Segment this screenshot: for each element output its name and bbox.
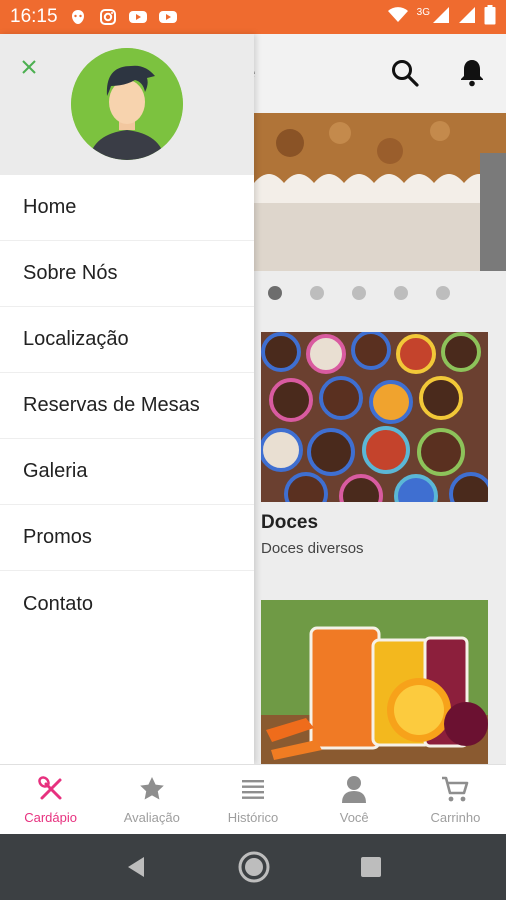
system-navigation-bar (0, 834, 506, 900)
nav-avaliacao[interactable]: Avaliação (101, 765, 202, 834)
youtube-icon (158, 7, 178, 27)
bottom-navigation: Cardápio Avaliação Histórico Você Carrin… (0, 764, 506, 834)
person-icon (342, 776, 367, 803)
instagram-icon (98, 7, 118, 27)
fork-knife-icon (37, 776, 62, 800)
category-image-doces[interactable] (261, 332, 488, 502)
status-time: 16:15 (10, 6, 58, 27)
close-icon[interactable] (18, 56, 40, 78)
menu-item-localizacao[interactable]: Localização (0, 307, 254, 373)
menu-item-promos[interactable]: Promos (0, 505, 254, 571)
nav-label: Histórico (227, 810, 279, 825)
nav-label: Avaliação (123, 810, 180, 825)
signal-icon (458, 6, 476, 29)
nav-historico[interactable]: Histórico (202, 765, 303, 834)
battery-icon (484, 4, 496, 30)
search-icon[interactable] (390, 58, 420, 88)
nav-label: Cardápio (24, 810, 77, 825)
drawer-header (0, 34, 254, 175)
wifi-icon (387, 6, 409, 29)
carousel-dot-active[interactable] (268, 286, 282, 300)
navigation-drawer: Home Sobre Nós Localização Reservas de M… (0, 34, 254, 764)
bug-icon (68, 7, 88, 27)
menu-item-galeria[interactable]: Galeria (0, 439, 254, 505)
status-bar: 16:15 3G (0, 0, 506, 34)
carousel-dot[interactable] (394, 286, 408, 300)
menu-item-home[interactable]: Home (0, 175, 254, 241)
drawer-menu: Home Sobre Nós Localização Reservas de M… (0, 175, 254, 637)
menu-item-contato[interactable]: Contato (0, 571, 254, 637)
cart-icon (442, 776, 469, 802)
carousel-dot[interactable] (310, 286, 324, 300)
youtube-icon (128, 7, 148, 27)
carousel-dot[interactable] (352, 286, 366, 300)
recents-icon[interactable] (360, 856, 382, 878)
network-type: 3G (416, 6, 430, 18)
nav-label: Carrinho (430, 810, 481, 825)
category-title[interactable]: Doces (261, 512, 318, 534)
signal-icon (432, 6, 450, 29)
carousel-dot[interactable] (436, 286, 450, 300)
list-icon (242, 780, 264, 799)
category-image-sucos[interactable] (261, 600, 488, 764)
menu-item-reservas[interactable]: Reservas de Mesas (0, 373, 254, 439)
home-icon[interactable] (237, 850, 271, 884)
nav-label: Você (339, 810, 369, 825)
bell-icon[interactable] (456, 56, 488, 88)
nav-cardapio[interactable]: Cardápio (0, 765, 101, 834)
star-icon (139, 777, 164, 800)
avatar[interactable] (71, 48, 183, 160)
category-subtitle: Doces diversos (261, 540, 364, 557)
back-icon[interactable] (124, 855, 148, 879)
menu-item-sobre-nos[interactable]: Sobre Nós (0, 241, 254, 307)
nav-voce[interactable]: Você (304, 765, 405, 834)
nav-carrinho[interactable]: Carrinho (405, 765, 506, 834)
